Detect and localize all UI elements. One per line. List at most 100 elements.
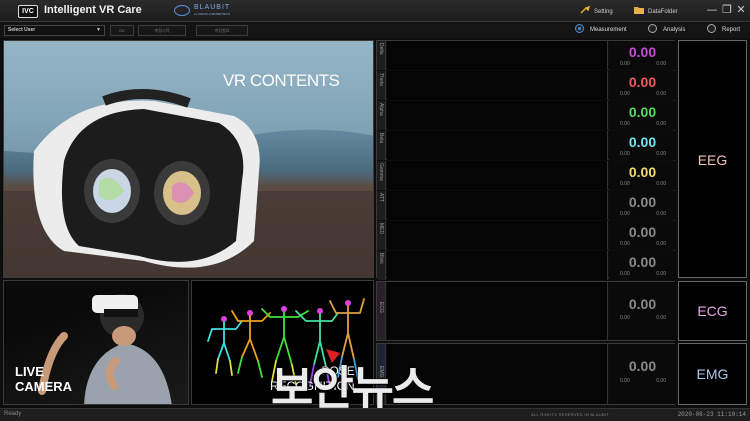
ok-button[interactable]: OK [110,25,134,36]
channel-value: 0.00 [628,358,657,374]
eeg-row-alpha: Alpha 0.00 0.00 0.00 [377,101,676,130]
app-title: Intelligent VR Care [44,4,142,16]
setting-label: Setting [594,9,613,15]
mode-analysis[interactable]: Analysis [648,24,685,36]
user-select[interactable]: Select User ▼ [4,25,105,36]
emg-section-label: EMG [696,366,729,382]
channel-value: 0.00 [628,194,657,210]
channel-max: 0.00 [656,315,666,321]
toolbar: Select User ▼ OK 측정시작 측정종료 Measurement A… [0,22,750,38]
channel-min: 0.00 [620,211,630,217]
channel-value-box: 0.00 0.00 0.00 [609,344,676,404]
measure-start-button[interactable]: 측정시작 [138,25,186,36]
channel-value: 0.00 [628,254,657,270]
eeg-row-delta: Delta 0.00 0.00 0.00 [377,41,676,70]
channel-min: 0.00 [620,241,630,247]
channel-min: 0.00 [620,271,630,277]
channel-graph [387,41,608,70]
channel-min: 0.00 [620,151,630,157]
ecg-section-label: ECG [697,303,728,319]
eeg-row-att: ATT 0.00 0.00 0.00 [377,191,676,220]
channel-value-box: 0.00 0.00 0.00 [609,191,676,220]
live-camera-label-line2: CAMERA [15,379,73,394]
channel-name: Blink [377,251,386,280]
channel-value-box: 0.00 0.00 0.00 [609,41,676,70]
channel-name: ECG [377,282,386,340]
eeg-row-med: MED 0.00 0.00 0.00 [377,221,676,250]
channel-max: 0.00 [656,378,666,384]
channel-name: ATT [377,191,386,220]
setting-button[interactable]: Setting [580,6,613,15]
live-camera-panel: LIVE CAMERA [3,280,189,405]
channel-value-box: 0.00 0.00 0.00 [609,251,676,280]
channel-name: Beta [377,131,386,160]
ecg-row: ECG 0.00 0.00 0.00 [376,281,676,341]
channel-value-box: 0.00 0.00 0.00 [609,131,676,160]
channel-min: 0.00 [620,61,630,67]
rights-text: ALL RIGHTS RESERVED IN BLAUBIT [531,412,610,417]
channel-graph [387,131,608,160]
channel-value: 0.00 [628,74,657,90]
vr-contents-label: VR CONTENTS [223,71,340,90]
emg-section-box: EMG [678,343,747,405]
status-bar: Ready ALL RIGHTS RESERVED IN BLAUBIT 202… [0,408,750,421]
channel-value-box: 0.00 0.00 0.00 [609,71,676,100]
datafolder-label: DataFolder [648,9,678,15]
radio-selected-icon [575,24,584,33]
channel-name-text: Theta [378,73,384,86]
title-bar: IVC Intelligent VR Care BLAUBIT AI VISIO… [0,0,750,22]
vr-contents-panel: VR CONTENTS [3,40,374,278]
channel-name: Theta [377,71,386,100]
eeg-row-theta: Theta 0.00 0.00 0.00 [377,71,676,100]
channel-name-text: Beta [378,133,384,144]
channel-value: 0.00 [628,104,657,120]
channel-name-text: Alpha [378,103,384,116]
mode-analysis-label: Analysis [663,27,686,33]
channel-max: 0.00 [656,61,666,67]
radio-icon [648,24,657,33]
channel-max: 0.00 [656,91,666,97]
app-logo: IVC [18,5,38,18]
channel-name: MED [377,221,386,250]
app-window: IVC Intelligent VR Care BLAUBIT AI VISIO… [0,0,750,421]
eeg-row-gamma: Gamma 0.00 0.00 0.00 [377,161,676,190]
eeg-channels: Delta 0.00 0.00 0.00 Theta 0.00 0.00 0.0… [376,40,676,280]
channel-max: 0.00 [656,151,666,157]
mode-measurement-label: Measurement [590,27,627,33]
tools-icon [580,6,590,14]
eeg-section-label: EEG [697,152,728,168]
mode-report[interactable]: Report [707,24,740,36]
channel-graph [387,71,608,100]
eeg-section-box: EEG [678,40,747,278]
channel-min: 0.00 [620,378,630,384]
measure-stop-button[interactable]: 측정종료 [196,25,248,36]
channel-value: 0.00 [628,164,657,180]
channel-value: 0.00 [628,296,657,312]
brand-subtitle: AI VISION & BIOMETRICS [194,12,231,16]
datafolder-button[interactable]: DataFolder [634,6,678,15]
channel-name-text: ATT [378,193,384,203]
channel-max: 0.00 [656,211,666,217]
channel-name: Alpha [377,101,386,130]
channel-name-text: Gamma [378,163,384,181]
channel-name: Gamma [377,161,386,190]
channel-max: 0.00 [656,241,666,247]
minimize-button[interactable]: — [706,4,718,16]
dropdown-arrow-icon: ▼ [96,27,101,33]
channel-max: 0.00 [656,181,666,187]
close-button[interactable]: ✕ [735,4,747,16]
channel-value-box: 0.00 0.00 0.00 [609,101,676,130]
mode-measurement[interactable]: Measurement [575,24,627,36]
folder-icon [634,7,644,14]
brand-name: BLAUBIT [194,4,231,11]
clock: 2020-06-23 11:10:14 [677,411,746,418]
channel-graph [387,251,608,280]
radio-icon [707,24,716,33]
maximize-button[interactable]: ❐ [721,4,733,16]
channel-name-text: ECG [378,302,384,313]
brand-logo: BLAUBIT AI VISION & BIOMETRICS [174,4,234,18]
channel-min: 0.00 [620,91,630,97]
eeg-row-blink: Blink 0.00 0.00 0.00 [377,251,676,280]
channel-graph [387,191,608,220]
channel-min: 0.00 [620,181,630,187]
